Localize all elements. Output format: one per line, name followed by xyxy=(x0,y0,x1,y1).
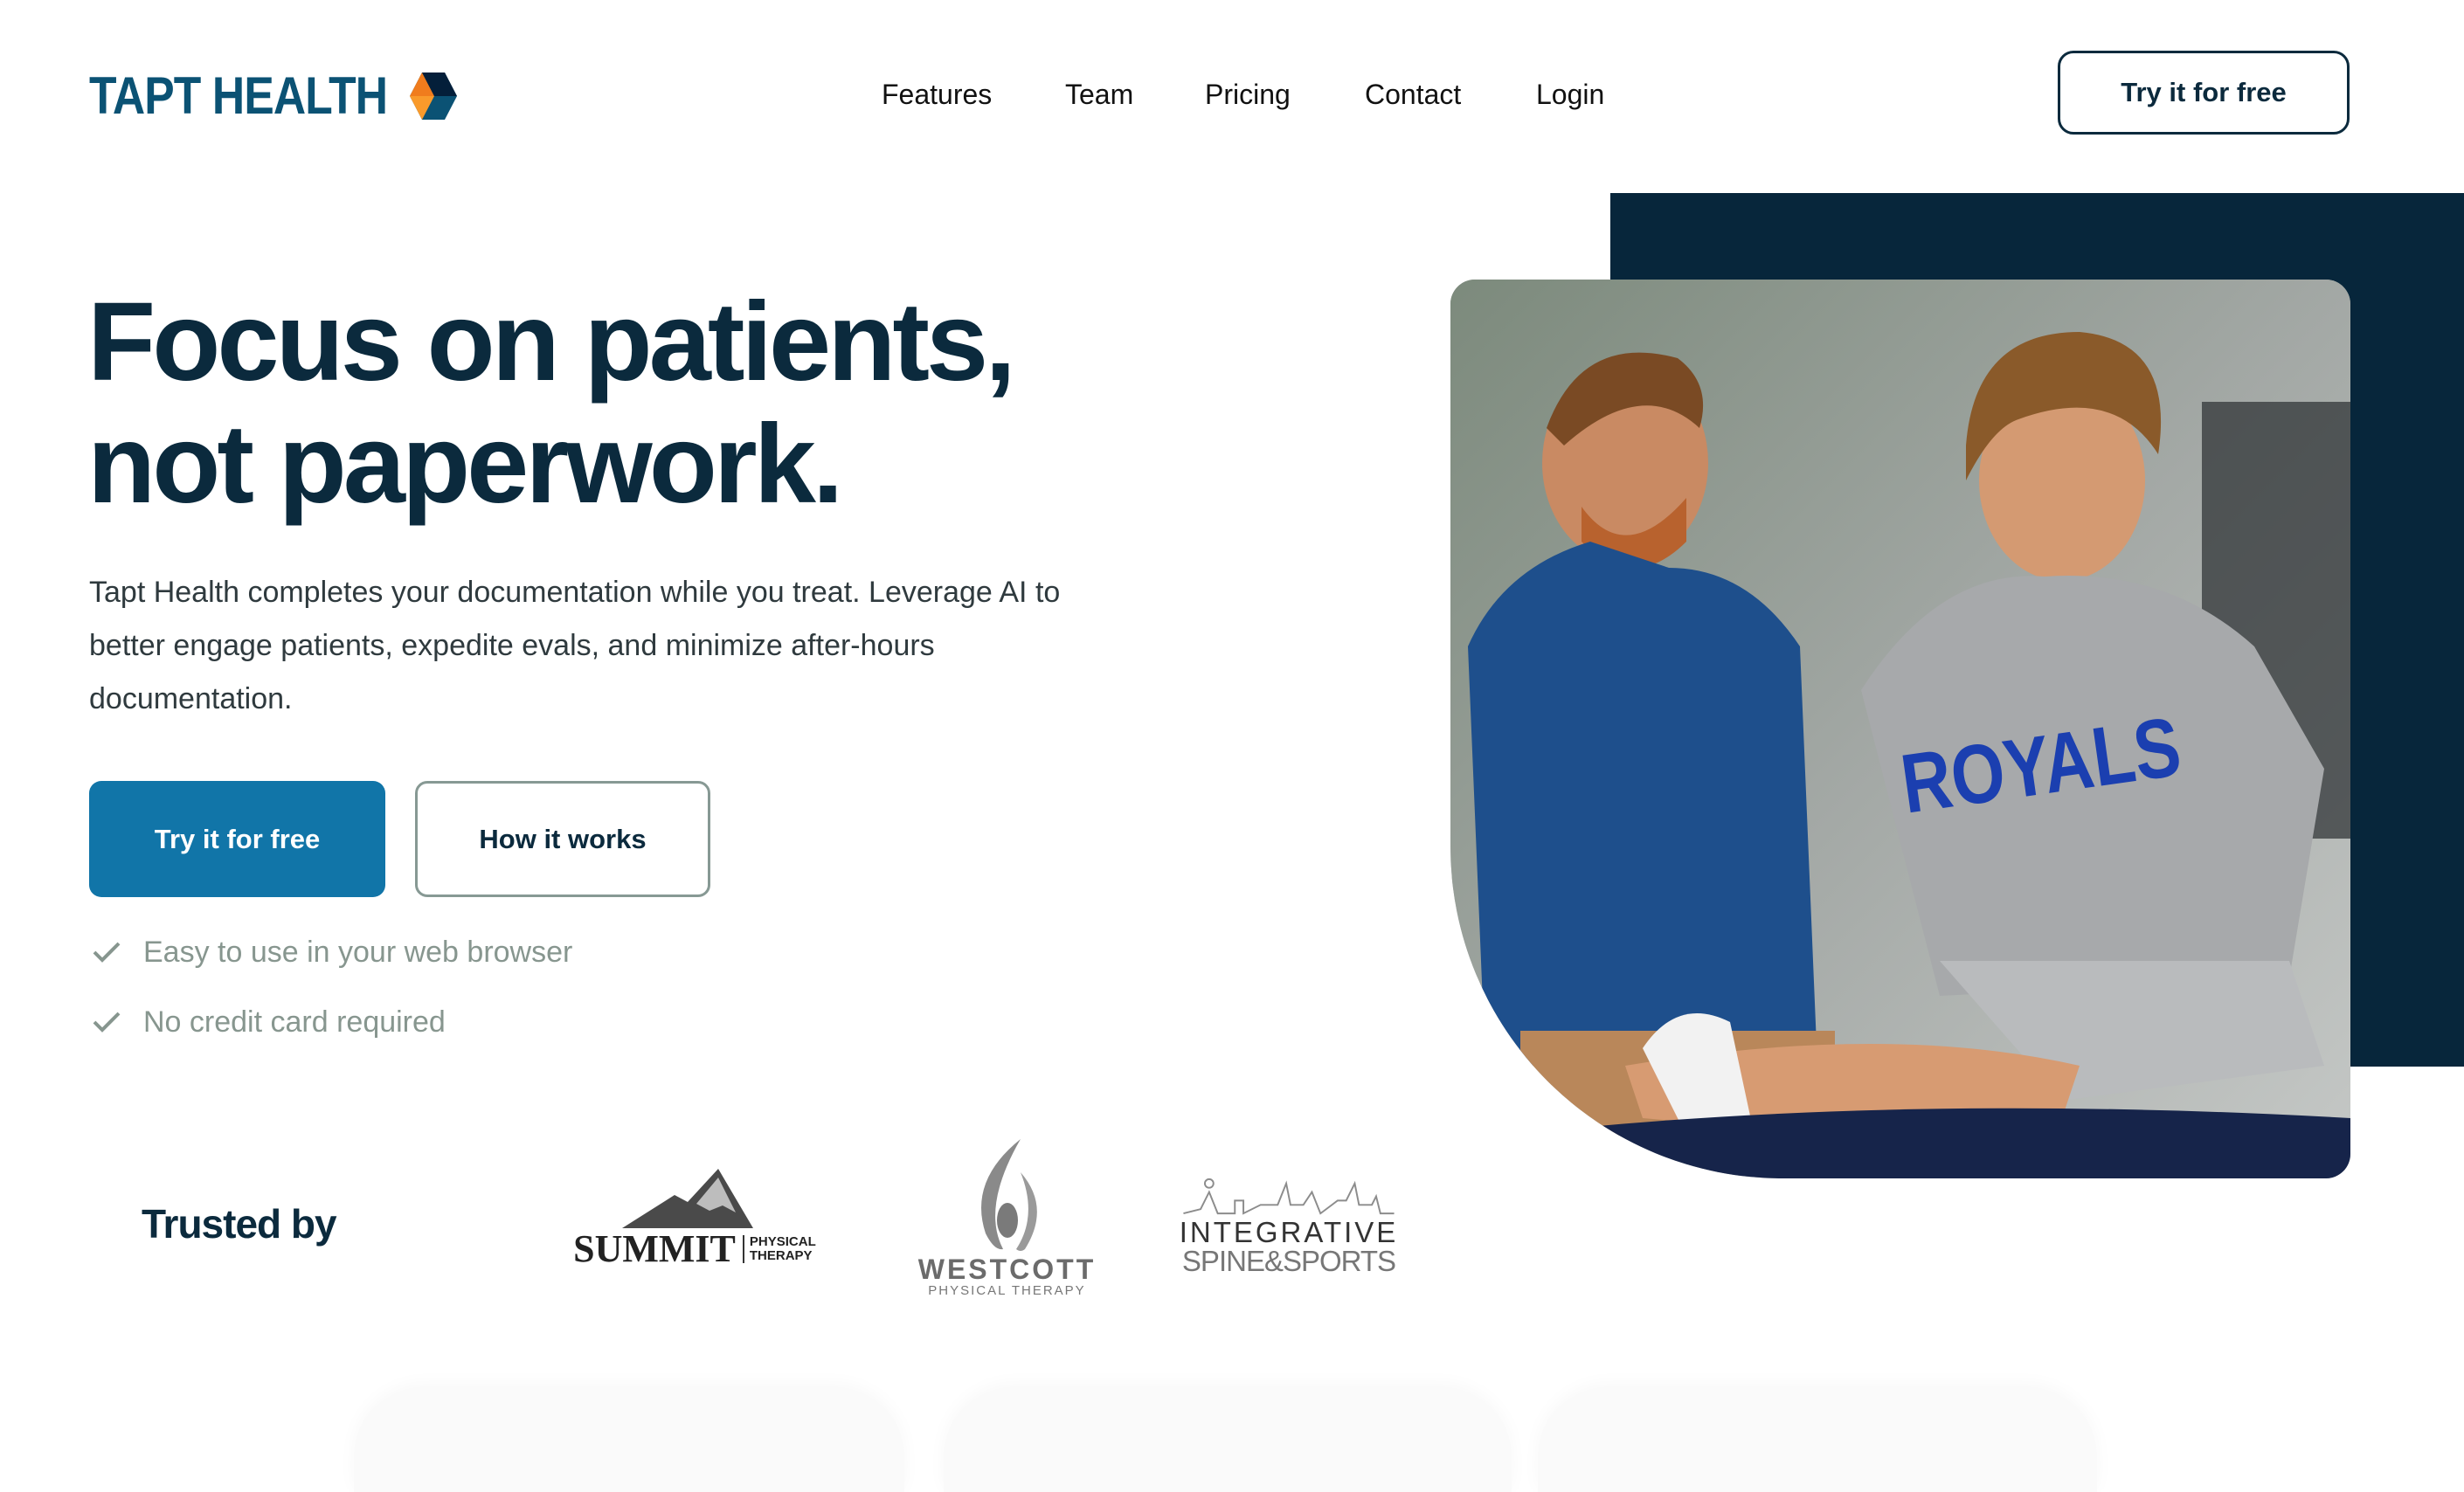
partner-sub: PHYSICAL THERAPY xyxy=(742,1235,828,1263)
partner-logo-integrative: INTEGRATIVE SPINE&SPORTS xyxy=(1179,1175,1399,1277)
nav-pricing[interactable]: Pricing xyxy=(1205,73,1291,115)
check-item: Easy to use in your web browser xyxy=(91,930,572,974)
feature-card xyxy=(1538,1387,2097,1492)
partner-logo-summit: SUMMIT PHYSICAL THERAPY xyxy=(569,1169,833,1275)
partner-sub: SPINE&SPORTS xyxy=(1181,1245,1396,1277)
brand-logo[interactable]: TAPT HEALTH xyxy=(89,68,459,124)
header-try-free-button[interactable]: Try it for free xyxy=(2058,51,2350,135)
check-label: Easy to use in your web browser xyxy=(143,935,573,969)
flame-figure-icon xyxy=(980,1139,1037,1251)
feature-card xyxy=(354,1387,904,1492)
feature-card xyxy=(944,1387,1512,1492)
nav-features[interactable]: Features xyxy=(882,73,992,115)
partner-sub: PHYSICAL THERAPY xyxy=(928,1283,1086,1298)
headline-line-2: not paperwork. xyxy=(87,402,843,527)
hero-description: Tapt Health completes your documentation… xyxy=(89,576,1061,715)
check-icon xyxy=(93,942,121,963)
partner-name: INTEGRATIVE xyxy=(1179,1216,1399,1248)
hero-photo: ROYALS xyxy=(1450,280,2350,1178)
therapist-shirt xyxy=(1468,542,1817,1066)
check-label: No credit card required xyxy=(143,1005,446,1039)
mountain-icon xyxy=(622,1169,753,1228)
hexagon-cube-icon xyxy=(409,73,457,120)
headline-line-1: Focus on patients, xyxy=(87,280,1016,404)
partner-name: SUMMIT xyxy=(573,1227,736,1270)
nav-contact[interactable]: Contact xyxy=(1365,73,1461,115)
hero-headline: Focus on patients, not paperwork. xyxy=(87,280,1016,527)
brand-name: TAPT HEALTH xyxy=(89,66,388,125)
check-icon xyxy=(93,1012,121,1033)
hero-illustration: ROYALS xyxy=(1450,280,2350,1178)
nav-team[interactable]: Team xyxy=(1065,73,1133,115)
partner-name: WESTCOTT xyxy=(917,1254,1097,1285)
how-it-works-button[interactable]: How it works xyxy=(415,781,710,897)
runner-skyline-icon xyxy=(1183,1178,1395,1215)
trusted-by-label: Trusted by xyxy=(142,1201,337,1247)
check-item: No credit card required xyxy=(91,1000,446,1044)
try-free-button[interactable]: Try it for free xyxy=(89,781,385,897)
partner-logo-westcott: WESTCOTT PHYSICAL THERAPY xyxy=(918,1137,1093,1307)
nav-login[interactable]: Login xyxy=(1536,73,1604,115)
